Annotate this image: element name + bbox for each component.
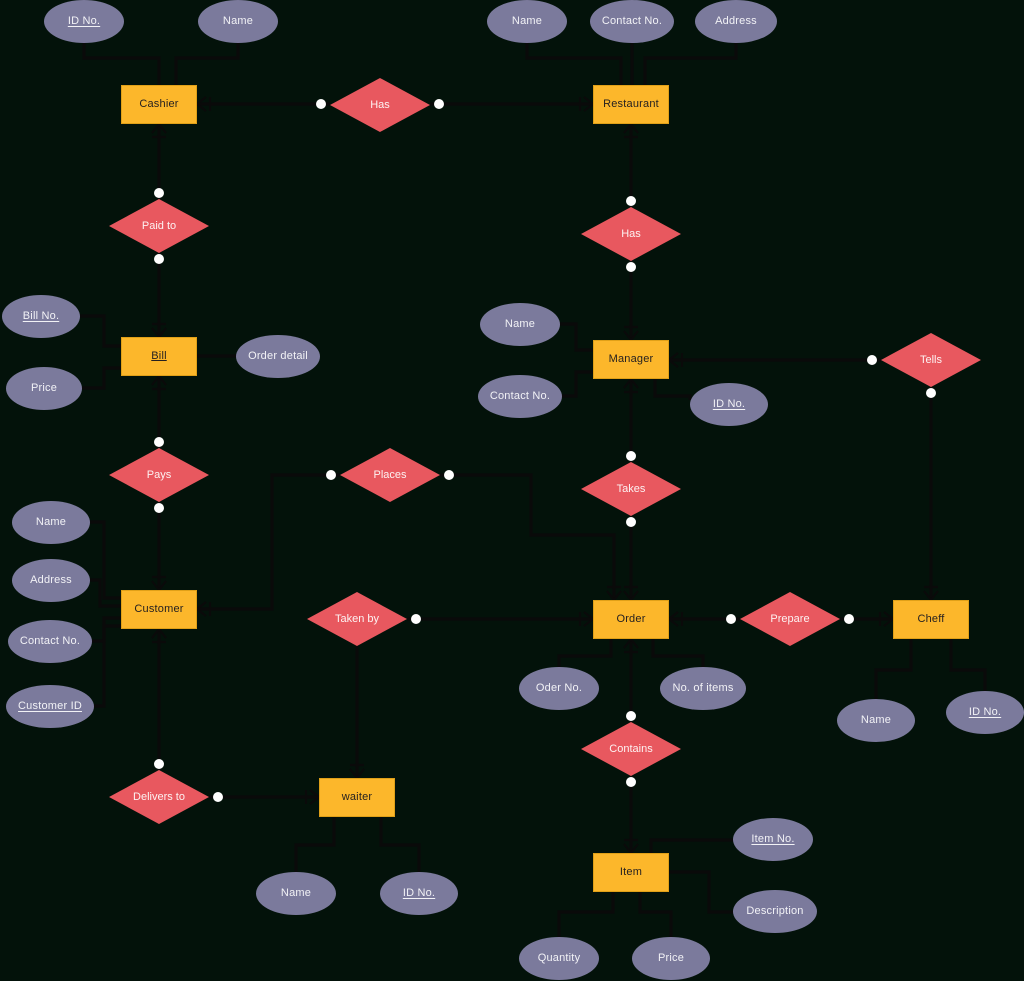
attribute-waiter-name-label: Name bbox=[280, 887, 312, 899]
attribute-customer-id-label: Customer ID bbox=[18, 700, 82, 712]
attribute-restaurant-name[interactable]: Name bbox=[487, 0, 567, 43]
relationship-paid-to-label: Paid to bbox=[141, 219, 177, 232]
relationship-has-restaurant-manager-label: Has bbox=[621, 227, 641, 240]
attribute-restaurant-name-label: Name bbox=[511, 15, 543, 27]
attribute-waiter-name[interactable]: Name bbox=[256, 872, 336, 915]
attribute-manager-contact-no[interactable]: Contact No. bbox=[478, 375, 562, 418]
relationship-contains-label: Contains bbox=[609, 742, 653, 755]
relationship-places[interactable]: Places bbox=[340, 448, 440, 502]
attribute-bill-no-label: Bill No. bbox=[22, 310, 60, 322]
attribute-restaurant-contact-no-label: Contact No. bbox=[601, 15, 663, 27]
attribute-order-no-of-items-label: No. of items bbox=[672, 682, 734, 694]
relationship-takes-label: Takes bbox=[616, 482, 646, 495]
attribute-bill-no[interactable]: Bill No. bbox=[2, 295, 80, 338]
relationship-taken-by-label: Taken by bbox=[334, 612, 380, 625]
attribute-manager-name[interactable]: Name bbox=[480, 303, 560, 346]
relationship-delivers-to-label: Delivers to bbox=[133, 790, 185, 803]
attribute-customer-contact-no-label: Contact No. bbox=[19, 635, 81, 647]
entity-restaurant[interactable]: Restaurant bbox=[593, 85, 669, 124]
attribute-cashier-id-no[interactable]: ID No. bbox=[44, 0, 124, 43]
attribute-cashier-name[interactable]: Name bbox=[198, 0, 278, 43]
attribute-customer-contact-no[interactable]: Contact No. bbox=[8, 620, 92, 663]
entity-item[interactable]: Item bbox=[593, 853, 669, 892]
attribute-restaurant-address-label: Address bbox=[715, 15, 757, 27]
attribute-item-description-label: Description bbox=[746, 905, 804, 917]
attribute-item-no-label: Item No. bbox=[751, 833, 795, 845]
relationship-contains[interactable]: Contains bbox=[581, 722, 681, 776]
attribute-waiter-id-no[interactable]: ID No. bbox=[380, 872, 458, 915]
entity-customer-label: Customer bbox=[134, 603, 184, 615]
entity-bill-label: Bill bbox=[151, 350, 167, 362]
relationship-places-label: Places bbox=[373, 468, 407, 481]
attribute-bill-price-label: Price bbox=[30, 382, 58, 394]
attribute-order-no-of-items[interactable]: No. of items bbox=[660, 667, 746, 710]
attribute-manager-name-label: Name bbox=[504, 318, 536, 330]
attribute-manager-id-no-label: ID No. bbox=[712, 398, 746, 410]
relationship-paid-to[interactable]: Paid to bbox=[109, 199, 209, 253]
entity-restaurant-label: Restaurant bbox=[603, 98, 659, 110]
attribute-item-no[interactable]: Item No. bbox=[733, 818, 813, 861]
entity-cashier-label: Cashier bbox=[139, 98, 179, 110]
attribute-customer-address-label: Address bbox=[30, 574, 72, 586]
attribute-cheff-name[interactable]: Name bbox=[837, 699, 915, 742]
entity-item-label: Item bbox=[619, 866, 643, 878]
relationship-tells-label: Tells bbox=[919, 353, 942, 366]
relationship-pays-label: Pays bbox=[146, 468, 172, 481]
entity-cashier[interactable]: Cashier bbox=[121, 85, 197, 124]
relationship-has-cashier-restaurant-label: Has bbox=[370, 98, 390, 111]
attribute-restaurant-contact-no[interactable]: Contact No. bbox=[590, 0, 674, 43]
attribute-cashier-name-label: Name bbox=[222, 15, 254, 27]
attribute-cheff-id-no-label: ID No. bbox=[968, 706, 1002, 718]
entity-customer[interactable]: Customer bbox=[121, 590, 197, 629]
attribute-manager-id-no[interactable]: ID No. bbox=[690, 383, 768, 426]
entity-manager[interactable]: Manager bbox=[593, 340, 669, 379]
attribute-customer-name[interactable]: Name bbox=[12, 501, 90, 544]
attribute-item-price[interactable]: Price bbox=[632, 937, 710, 980]
relationship-takes[interactable]: Takes bbox=[581, 462, 681, 516]
attribute-cashier-id-no-label: ID No. bbox=[67, 15, 101, 27]
relationship-prepare[interactable]: Prepare bbox=[740, 592, 840, 646]
relationship-taken-by[interactable]: Taken by bbox=[307, 592, 407, 646]
entity-cheff[interactable]: Cheff bbox=[893, 600, 969, 639]
er-diagram-canvas: Cashier Restaurant Bill Manager Customer… bbox=[0, 0, 1024, 981]
relationship-delivers-to[interactable]: Delivers to bbox=[109, 770, 209, 824]
relationship-has-restaurant-manager[interactable]: Has bbox=[581, 207, 681, 261]
attribute-restaurant-address[interactable]: Address bbox=[695, 0, 777, 43]
attribute-bill-order-detail-label: Order detail bbox=[248, 350, 308, 362]
entity-order-label: Order bbox=[616, 613, 646, 625]
attribute-bill-order-detail[interactable]: Order detail bbox=[236, 335, 320, 378]
attribute-order-oder-no-label: Oder No. bbox=[535, 682, 583, 694]
attribute-cheff-name-label: Name bbox=[860, 714, 892, 726]
attribute-customer-address[interactable]: Address bbox=[12, 559, 90, 602]
attribute-customer-name-label: Name bbox=[35, 516, 67, 528]
attribute-cheff-id-no[interactable]: ID No. bbox=[946, 691, 1024, 734]
attribute-waiter-id-no-label: ID No. bbox=[402, 887, 436, 899]
entity-bill[interactable]: Bill bbox=[121, 337, 197, 376]
entity-waiter-label: waiter bbox=[341, 791, 373, 803]
attribute-item-quantity[interactable]: Quantity bbox=[519, 937, 599, 980]
attribute-manager-contact-no-label: Contact No. bbox=[489, 390, 551, 402]
entity-waiter[interactable]: waiter bbox=[319, 778, 395, 817]
attribute-item-price-label: Price bbox=[657, 952, 685, 964]
relationship-has-cashier-restaurant[interactable]: Has bbox=[330, 78, 430, 132]
entity-manager-label: Manager bbox=[608, 353, 654, 365]
relationship-prepare-label: Prepare bbox=[770, 612, 810, 625]
attribute-bill-price[interactable]: Price bbox=[6, 367, 82, 410]
attribute-customer-id[interactable]: Customer ID bbox=[6, 685, 94, 728]
relationship-pays[interactable]: Pays bbox=[109, 448, 209, 502]
entity-order[interactable]: Order bbox=[593, 600, 669, 639]
entity-cheff-label: Cheff bbox=[917, 613, 945, 625]
attribute-item-quantity-label: Quantity bbox=[537, 952, 581, 964]
attribute-order-oder-no[interactable]: Oder No. bbox=[519, 667, 599, 710]
attribute-item-description[interactable]: Description bbox=[733, 890, 817, 933]
relationship-tells[interactable]: Tells bbox=[881, 333, 981, 387]
